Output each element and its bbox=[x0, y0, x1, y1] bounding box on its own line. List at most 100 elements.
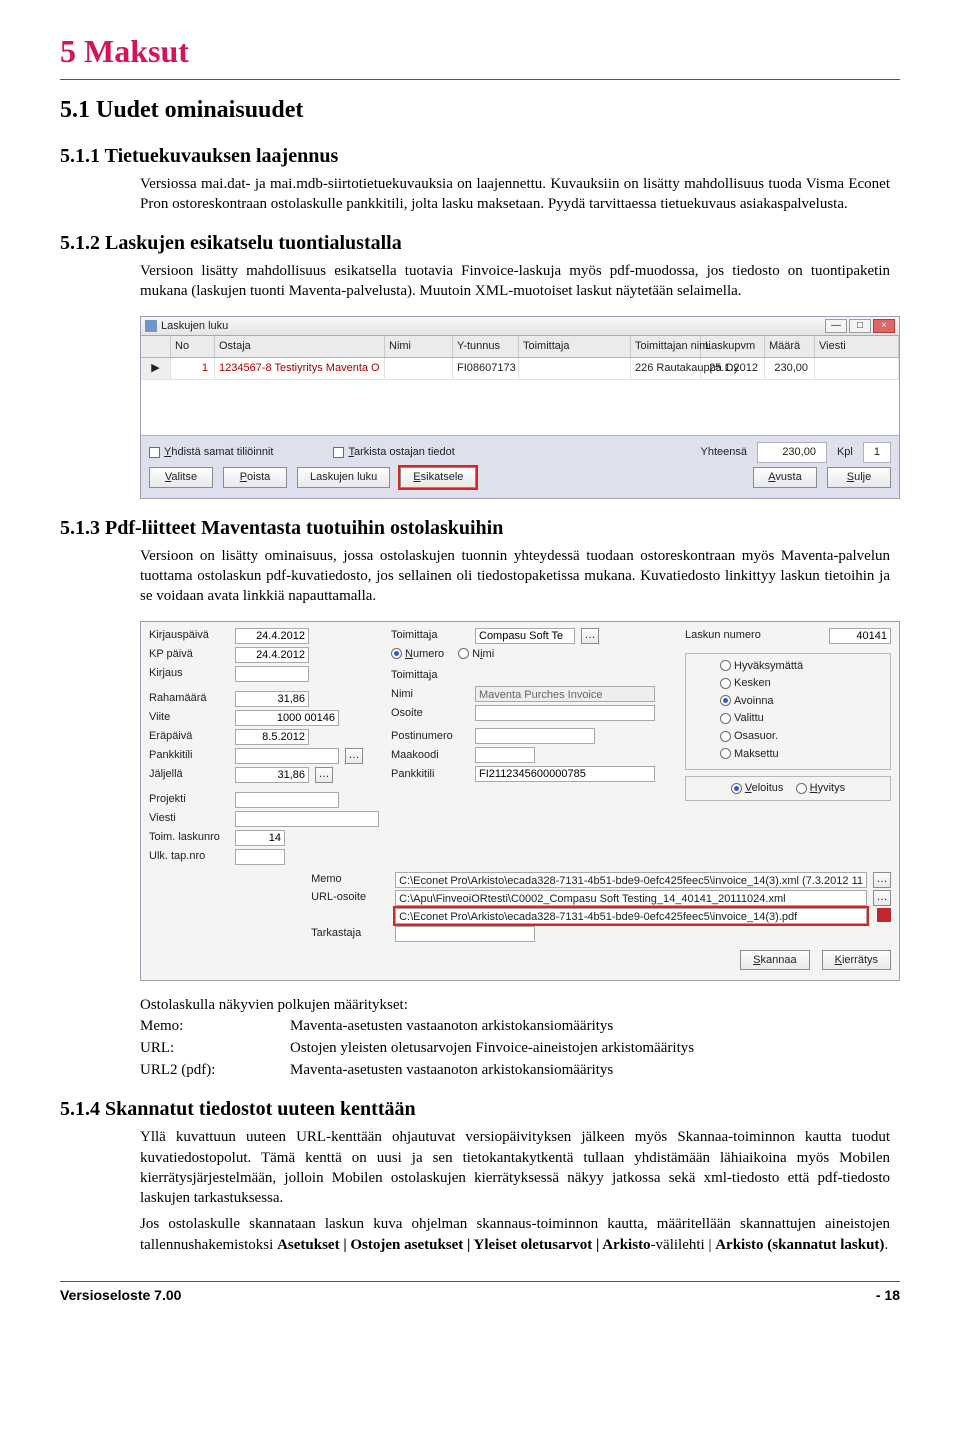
btn-poista[interactable]: Poista bbox=[223, 467, 287, 488]
fld-pankkitili[interactable] bbox=[235, 748, 339, 764]
lbl-erapaiva: Eräpäivä bbox=[149, 729, 229, 744]
fld-kirjaus[interactable] bbox=[235, 666, 309, 682]
screenshot-laskujen-luku: Laskujen luku — □ × No Ostaja Nimi Y-tun… bbox=[140, 316, 900, 499]
chk-yhdista[interactable]: Yhdistä samat tiliöinnit bbox=[149, 445, 273, 460]
chapter-heading: 5 Maksut bbox=[60, 30, 900, 80]
page-footer: Versioseloste 7.00 - 18 bbox=[60, 1281, 900, 1305]
btn-toimittaja-lookup[interactable]: … bbox=[581, 628, 599, 644]
lbl-jaljella: Jäljellä bbox=[149, 767, 229, 782]
chk-tarkista[interactable]: Tarkista ostajan tiedot bbox=[333, 445, 454, 460]
radio-numero[interactable]: Numero bbox=[391, 647, 444, 662]
fld-pankkitili2[interactable] bbox=[475, 766, 655, 782]
cell-laskupvm: 25.1.2012 bbox=[701, 358, 765, 379]
col-toimittaja[interactable]: Toimittaja bbox=[519, 336, 631, 357]
row-marker: ▶ bbox=[141, 358, 171, 379]
window-maximize-button[interactable]: □ bbox=[849, 319, 871, 333]
radio-veloitus[interactable]: Veloitus bbox=[731, 782, 784, 794]
fld-memo[interactable]: C:\Econet Pro\Arkisto\ecada328-7131-4b51… bbox=[395, 872, 867, 888]
lbl-projekti: Projekti bbox=[149, 792, 229, 807]
form-col-mid: Toimittaja … Numero Nimi Toimittaja Nimi… bbox=[391, 628, 675, 868]
lbl-viesti: Viesti bbox=[149, 811, 229, 826]
def-url-t: URL: bbox=[140, 1038, 290, 1058]
grid-row[interactable]: ▶ 1 1234567-8 Testiyritys Maventa O FI08… bbox=[141, 358, 899, 379]
col-ostaja[interactable]: Ostaja bbox=[215, 336, 385, 357]
def-url2-d: Maventa-asetusten vastaanoton arkistokan… bbox=[290, 1060, 900, 1080]
col-nimi[interactable]: Nimi bbox=[385, 336, 453, 357]
def-memo-d: Maventa-asetusten vastaanoton arkistokan… bbox=[290, 1016, 900, 1036]
cell-ostaja: 1234567-8 Testiyritys Maventa O bbox=[215, 358, 385, 379]
fld-kppaiva[interactable] bbox=[235, 647, 309, 663]
cell-nimi bbox=[385, 358, 453, 379]
para-5-1-4b: Jos ostolaskulle skannataan laskun kuva … bbox=[140, 1214, 890, 1255]
radio-hyvitys[interactable]: Hyvitys bbox=[796, 782, 845, 794]
col-toimittajan-nimi[interactable]: Toimittajan nimi bbox=[631, 336, 701, 357]
btn-sulje[interactable]: Sulje bbox=[827, 467, 891, 488]
btn-kierratys[interactable]: Kierrätys bbox=[822, 950, 891, 971]
fld-erapaiva[interactable] bbox=[235, 729, 309, 745]
btn-skannaa[interactable]: Skannaa bbox=[740, 950, 809, 971]
subsection-5-1-4: 5.1.4 Skannatut tiedostot uuteen kenttää… bbox=[60, 1096, 900, 1123]
btn-valitse[interactable]: Valitse bbox=[149, 467, 213, 488]
para-5-1-1: Versiossa mai.dat- ja mai.mdb-siirtotiet… bbox=[140, 174, 890, 215]
lbl-kppaiva: KP päivä bbox=[149, 647, 229, 662]
window-minimize-button[interactable]: — bbox=[825, 319, 847, 333]
btn-avusta[interactable]: Avusta bbox=[753, 467, 817, 488]
col-laskupvm[interactable]: Laskupvm bbox=[701, 336, 765, 357]
radio-maksettu[interactable] bbox=[720, 748, 734, 760]
cell-toimnimi: 226 Rautakauppa Oy bbox=[631, 358, 701, 379]
cell-toimittaja bbox=[519, 358, 631, 379]
radio-kesken[interactable] bbox=[720, 677, 734, 689]
veloitus-hyvitys-box: Veloitus Hyvitys bbox=[685, 776, 891, 801]
fld-toimlaskunro[interactable] bbox=[235, 830, 285, 846]
path-definitions: Ostolaskulla näkyvien polkujen määrityks… bbox=[140, 995, 900, 1080]
fld-tarkastaja[interactable] bbox=[395, 926, 535, 942]
lbl-ulktapnro: Ulk. tap.nro bbox=[149, 849, 229, 864]
fld-postinumero[interactable] bbox=[475, 728, 595, 744]
radio-valittu[interactable] bbox=[720, 712, 734, 724]
col-no[interactable]: No bbox=[171, 336, 215, 357]
footer-right: - 18 bbox=[876, 1286, 900, 1305]
btn-pankkitili-lookup[interactable]: … bbox=[345, 748, 363, 764]
fld-rahamaara[interactable] bbox=[235, 691, 309, 707]
btn-memo-lookup[interactable]: … bbox=[873, 872, 891, 888]
lbl-toimlaskunro: Toim. laskunro bbox=[149, 830, 229, 845]
fld-url1[interactable]: C:\Apu\FinveoiORtesti\C0002_Compasu Soft… bbox=[395, 890, 867, 906]
fld-url2-pdf[interactable]: C:\Econet Pro\Arkisto\ecada328-7131-4b51… bbox=[395, 908, 867, 924]
para-5-1-3: Versioon on lisätty ominaisuus, jossa os… bbox=[140, 546, 890, 607]
radio-osasuor[interactable] bbox=[720, 730, 734, 742]
window-icon bbox=[145, 320, 157, 332]
fld-osoite[interactable] bbox=[475, 705, 655, 721]
fld-nimi: Maventa Purches Invoice bbox=[475, 686, 655, 702]
fld-laskunnumero[interactable] bbox=[829, 628, 891, 644]
fld-toimittaja[interactable] bbox=[475, 628, 575, 644]
btn-url1-lookup[interactable]: … bbox=[873, 890, 891, 906]
lbl-tarkastaja: Tarkastaja bbox=[311, 926, 389, 941]
col-ytunnus[interactable]: Y-tunnus bbox=[453, 336, 519, 357]
lbl-kirjaus: Kirjaus bbox=[149, 666, 229, 681]
fld-ulktapnro[interactable] bbox=[235, 849, 285, 865]
fld-projekti[interactable] bbox=[235, 792, 339, 808]
fld-viesti[interactable] bbox=[235, 811, 379, 827]
col-viesti[interactable]: Viesti bbox=[815, 336, 899, 357]
lbl-pankkitili2: Pankkitili bbox=[391, 767, 469, 782]
lbl-rahamaara: Rahamäärä bbox=[149, 691, 229, 706]
fld-maakoodi[interactable] bbox=[475, 747, 535, 763]
lbl-toimittaja: Toimittaja bbox=[391, 628, 469, 643]
label-yhteensa: Yhteensä bbox=[700, 445, 746, 460]
def-memo-t: Memo: bbox=[140, 1016, 290, 1036]
window-title: Laskujen luku bbox=[161, 319, 228, 334]
radio-nimi[interactable]: Nimi bbox=[458, 647, 494, 662]
pdf-icon[interactable] bbox=[877, 908, 891, 922]
subsection-5-1-1: 5.1.1 Tietuekuvauksen laajennus bbox=[60, 143, 900, 170]
col-maara[interactable]: Määrä bbox=[765, 336, 815, 357]
radio-hyvaksymatta[interactable] bbox=[720, 660, 734, 672]
fld-jaljella[interactable] bbox=[235, 767, 309, 783]
window-close-button[interactable]: × bbox=[873, 319, 895, 333]
fld-kirjauspv[interactable] bbox=[235, 628, 309, 644]
lbl-urlosoite: URL-osoite bbox=[311, 890, 389, 905]
radio-avoinna[interactable] bbox=[720, 695, 734, 707]
btn-jaljella-lookup[interactable]: … bbox=[315, 767, 333, 783]
btn-laskujen-luku[interactable]: Laskujen luku bbox=[297, 467, 390, 488]
btn-esikatsele[interactable]: Esikatsele bbox=[400, 467, 476, 488]
fld-viite[interactable] bbox=[235, 710, 339, 726]
